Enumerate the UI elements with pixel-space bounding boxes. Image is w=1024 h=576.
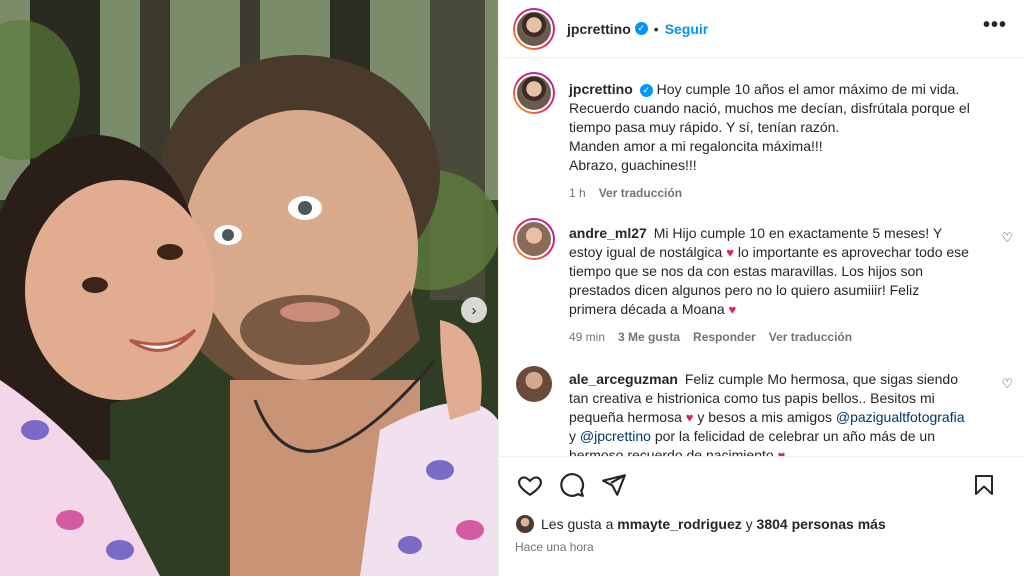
separator-dot: •	[653, 20, 659, 37]
comment-text-cont: y besos a mis amigos	[697, 409, 832, 425]
liker-username[interactable]: mmayte_rodriguez	[617, 516, 741, 532]
next-photo-button[interactable]: ›	[461, 297, 487, 323]
likes-summary[interactable]: Les gusta a mmayte_rodriguez y 3804 pers…	[515, 514, 886, 534]
post-details-pane: jpcrettino ✓ • Seguir ••• jpcrettino ✓ Ho…	[498, 0, 1024, 576]
comment-likes[interactable]: 3 Me gusta	[618, 328, 680, 347]
verified-icon: ✓	[639, 84, 653, 97]
verified-icon: ✓	[634, 22, 648, 35]
heart-icon[interactable]	[515, 470, 545, 500]
heart-emoji-icon: ♥	[726, 245, 734, 260]
likes-middle: y	[745, 516, 753, 532]
photo-illustration	[0, 0, 498, 576]
share-icon[interactable]	[599, 470, 629, 500]
comment-like-icon[interactable]: ♡	[1001, 376, 1013, 392]
bookmark-icon[interactable]	[969, 470, 999, 500]
avatar[interactable]	[513, 218, 555, 260]
post-header: jpcrettino ✓ • Seguir •••	[499, 0, 1024, 58]
avatar[interactable]	[513, 7, 555, 50]
follow-button[interactable]: Seguir	[665, 21, 709, 37]
comment-item: ale_arceguzman Feliz cumple Mo hermosa, …	[513, 366, 969, 456]
comment-icon[interactable]	[557, 470, 587, 500]
heart-emoji-icon: ♥	[777, 448, 786, 456]
comment-text-cont: y	[569, 428, 576, 444]
caption-line-3: Manden amor a mi regaloncita máxima!!!	[569, 138, 823, 154]
caption-line-2: Recuerdo cuando nació, muchos me decían,…	[569, 100, 970, 135]
translate-link[interactable]: Ver traducción	[599, 184, 682, 203]
post-username[interactable]: jpcrettino	[567, 21, 631, 37]
caption-line-4: Abrazo, guachines!!!	[569, 157, 697, 173]
heart-emoji-icon: ♥	[728, 302, 737, 317]
avatar[interactable]	[513, 72, 555, 114]
liker-avatar	[515, 514, 535, 534]
comment-like-icon[interactable]: ♡	[1001, 230, 1013, 246]
likes-prefix: Les gusta a	[541, 516, 614, 532]
action-bar	[499, 456, 1024, 512]
comment-username[interactable]: ale_arceguzman	[569, 371, 678, 387]
caption: jpcrettino ✓ Hoy cumple 10 años el amor m…	[513, 72, 987, 203]
translate-link[interactable]: Ver traducción	[769, 328, 852, 347]
reply-button[interactable]: Responder	[693, 328, 756, 347]
comment-username[interactable]: andre_ml27	[569, 225, 647, 241]
caption-line-1: Hoy cumple 10 años el amor máximo de mi …	[656, 81, 960, 97]
post-photo: ›	[0, 0, 498, 576]
more-icon[interactable]: •••	[983, 14, 1007, 37]
comments-section[interactable]: jpcrettino ✓ Hoy cumple 10 años el amor m…	[499, 58, 1024, 456]
post-timestamp: Hace una hora	[515, 540, 594, 554]
mention-link[interactable]: @pazigualtfotografia	[836, 409, 965, 425]
caption-username[interactable]: jpcrettino	[569, 81, 633, 97]
avatar[interactable]	[516, 366, 552, 402]
heart-emoji-icon: ♥	[685, 410, 694, 425]
likes-count[interactable]: 3804 personas más	[757, 516, 886, 532]
comment-item: andre_ml27 Mi Hijo cumple 10 en exactame…	[513, 218, 969, 347]
comment-time: 49 min	[569, 330, 606, 344]
mention-link[interactable]: @jpcrettino	[580, 428, 651, 444]
caption-time: 1 h	[569, 186, 586, 200]
